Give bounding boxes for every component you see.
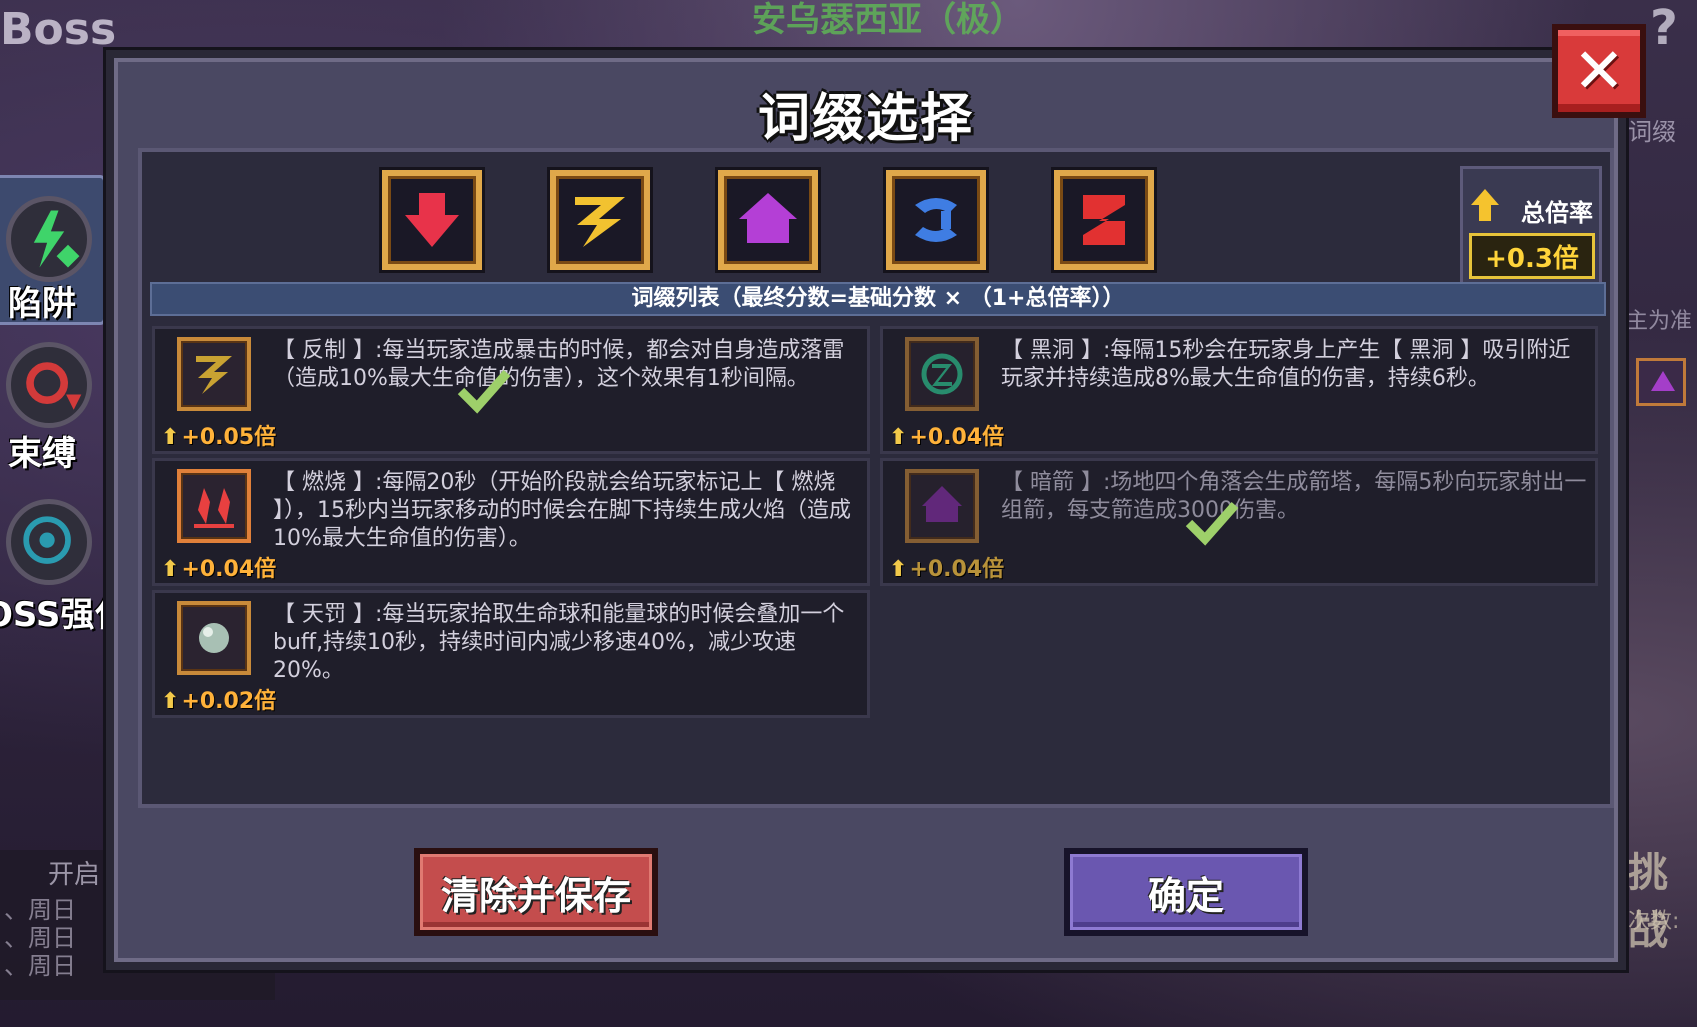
schedule-open-label: 开启 bbox=[48, 860, 101, 890]
blue-swirl-icon bbox=[915, 198, 957, 242]
side-tab-trap[interactable]: 陷阱 bbox=[0, 175, 106, 325]
help-icon[interactable]: ? bbox=[1650, 0, 1678, 56]
affix-description: 【 反制 】:每当玩家造成暴击的时候，都会对自身造成落雷（造成10%最大生命值的… bbox=[273, 338, 845, 391]
affix-item-blackhole[interactable]: +0.04倍 【 黑洞 】:每隔15秒会在玩家身上产生【 黑洞 】吸引附近玩家并… bbox=[880, 326, 1598, 454]
close-button[interactable]: ✕ bbox=[1552, 24, 1646, 118]
bind-chain-icon bbox=[6, 342, 92, 428]
selected-slot-blue-swirl[interactable] bbox=[886, 170, 986, 270]
yellow-lightning-icon bbox=[575, 197, 625, 247]
affix-selection-dialog: 词缀选择 总倍率 +0.3倍 词缀列表（最终分数=基础分数 × （1+总倍率）） bbox=[106, 50, 1626, 970]
total-multiplier-label: 总倍率 bbox=[1521, 199, 1593, 227]
bg-challenge-label[interactable]: 挑战 bbox=[1628, 840, 1697, 956]
green-swirl-icon bbox=[905, 337, 979, 411]
selected-slot-purple-arrow[interactable] bbox=[718, 170, 818, 270]
red-down-arrow-icon bbox=[405, 193, 459, 247]
affix-panel: 总倍率 +0.3倍 词缀列表（最终分数=基础分数 × （1+总倍率）） +0.0… bbox=[138, 148, 1614, 808]
red-chain-icon bbox=[1083, 195, 1125, 245]
total-multiplier-box: 总倍率 +0.3倍 bbox=[1460, 166, 1602, 290]
boss-enhance-icon bbox=[6, 499, 92, 585]
affix-list-header: 词缀列表（最终分数=基础分数 × （1+总倍率）） bbox=[150, 282, 1606, 316]
bg-purple-arrow-icon bbox=[1636, 358, 1686, 406]
confirm-button[interactable]: 确定 bbox=[1064, 848, 1308, 936]
bg-count-label: 次数: bbox=[1628, 909, 1680, 934]
boss-label: Boss bbox=[0, 4, 117, 55]
affix-item-punish[interactable]: +0.02倍 【 天罚 】:每当玩家拾取生命球和能量球的时候会叠加一个buff,… bbox=[152, 590, 870, 718]
side-tab-label: 陷阱 bbox=[8, 284, 76, 324]
dialog-title: 词缀选择 bbox=[757, 89, 974, 149]
affix-bonus: +0.05倍 bbox=[161, 419, 276, 451]
selected-slot-red-arrow[interactable] bbox=[382, 170, 482, 270]
purple-up-arrow-icon bbox=[739, 193, 797, 243]
affix-description: 【 黑洞 】:每隔15秒会在玩家身上产生【 黑洞 】吸引附近玩家并持续造成8%最… bbox=[1001, 338, 1571, 391]
side-tab-bind[interactable]: 束缚 bbox=[0, 336, 106, 474]
affix-description: 【 暗箭 】:场地四个角落会生成箭塔，每隔5秒向玩家射出一组箭，每支箭造成300… bbox=[1001, 470, 1587, 523]
affix-bonus: +0.02倍 bbox=[161, 683, 276, 715]
side-tab-boss-enhance[interactable]: OSS强化 bbox=[0, 495, 128, 635]
selected-slot-yellow-lightning[interactable] bbox=[550, 170, 650, 270]
affix-bonus: +0.04倍 bbox=[889, 419, 1004, 451]
lightning-trap-icon bbox=[6, 196, 92, 282]
up-arrow-icon bbox=[1471, 189, 1499, 221]
fire-icon bbox=[177, 469, 251, 543]
total-multiplier-value: +0.3倍 bbox=[1469, 233, 1595, 279]
checkmark-icon bbox=[457, 370, 511, 414]
orb-icon bbox=[177, 601, 251, 675]
lightning-icon bbox=[177, 337, 251, 411]
purple-arrow-icon bbox=[905, 469, 979, 543]
affix-bonus: +0.04倍 bbox=[889, 551, 1004, 583]
affix-description: 【 天罚 】:每当玩家拾取生命球和能量球的时候会叠加一个buff,持续10秒，持… bbox=[273, 602, 845, 683]
boss-name-title: 安乌瑟西亚（极） bbox=[752, 0, 1024, 40]
schedule-day: 、周日 bbox=[4, 952, 76, 980]
bg-note-label: 主为准 bbox=[1626, 309, 1693, 334]
affix-item-dark-arrow[interactable]: +0.04倍 【 暗箭 】:场地四个角落会生成箭塔，每隔5秒向玩家射出一组箭，每… bbox=[880, 458, 1598, 586]
affix-bonus: +0.04倍 bbox=[161, 551, 276, 583]
selected-slot-red-chain[interactable] bbox=[1054, 170, 1154, 270]
clear-and-save-button[interactable]: 清除并保存 bbox=[414, 848, 658, 936]
affix-item-counter[interactable]: +0.05倍 【 反制 】:每当玩家造成暴击的时候，都会对自身造成落雷（造成10… bbox=[152, 326, 870, 454]
affix-description: 【 燃烧 】:每隔20秒（开始阶段就会给玩家标记上【 燃烧 】），15秒内当玩家… bbox=[273, 470, 851, 551]
checkmark-icon bbox=[1185, 502, 1239, 546]
side-tab-label: 束缚 bbox=[8, 434, 76, 474]
close-icon: ✕ bbox=[1573, 34, 1625, 107]
affix-item-burn[interactable]: +0.04倍 【 燃烧 】:每隔20秒（开始阶段就会给玩家标记上【 燃烧 】），… bbox=[152, 458, 870, 586]
